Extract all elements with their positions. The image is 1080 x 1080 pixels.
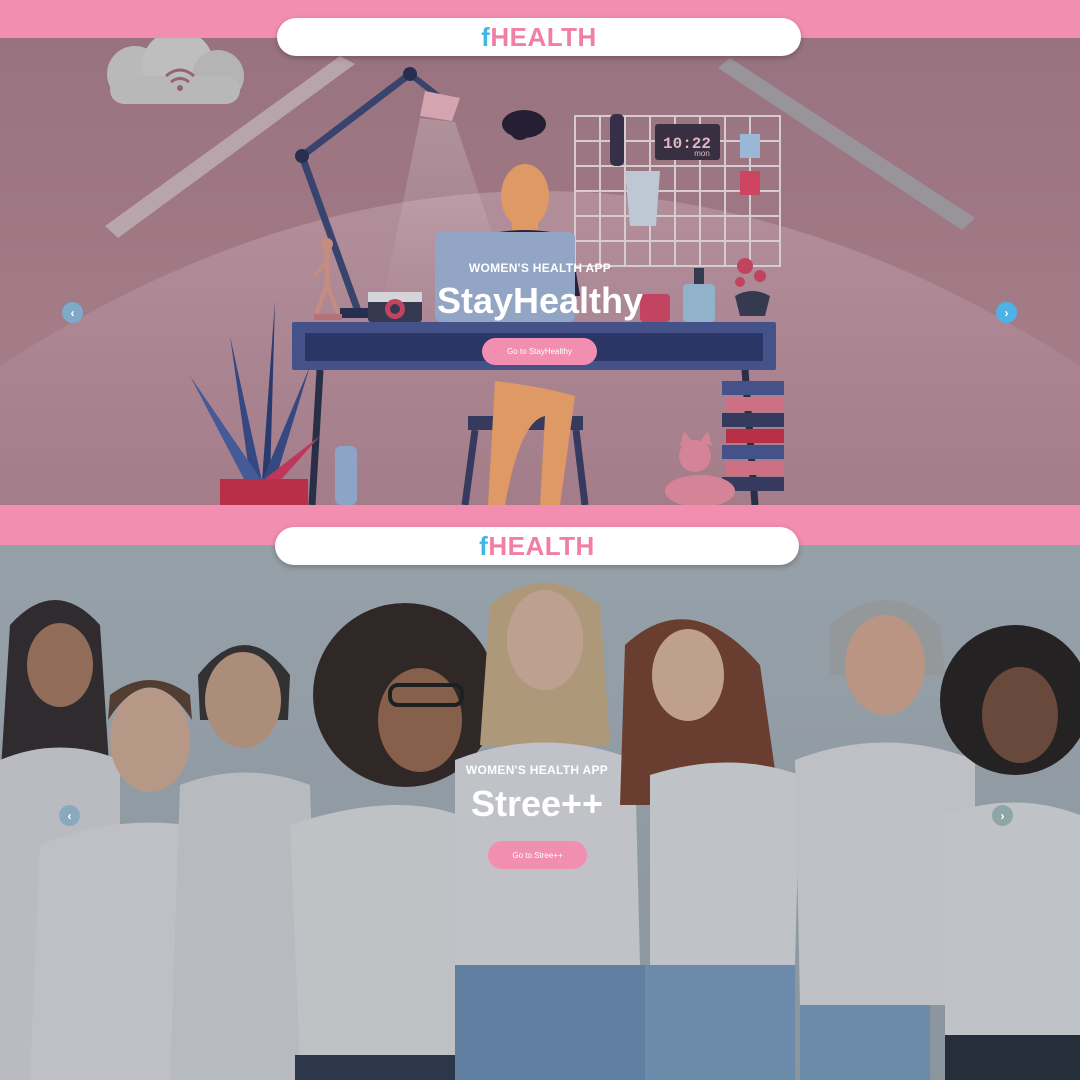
brand-name: HEALTH (490, 21, 597, 52)
slide-stayhealthy: 10:22 mon f HEALTH WOMEN'S HEALTH APP St… (0, 0, 1080, 505)
brand-prefix: f (479, 530, 489, 561)
carousel-next-button[interactable]: › (992, 805, 1013, 826)
go-to-stayhealthy-button[interactable]: Go to StayHealthy (482, 338, 597, 365)
hero-title: StayHealthy (436, 280, 644, 321)
slide-stree: f HEALTH WOMEN'S HEALTH APP Stree++ Go to… (0, 505, 1080, 1080)
chevron-right-icon: › (1004, 305, 1009, 320)
brand-name: HEALTH (488, 530, 595, 561)
carousel-next-button[interactable]: › (996, 302, 1017, 323)
go-to-stree-button[interactable]: Go to Stree++ (488, 841, 587, 869)
chevron-right-icon: › (1000, 808, 1005, 823)
brand-prefix: f (481, 21, 491, 52)
hero-kicker: WOMEN'S HEALTH APP (468, 261, 612, 275)
hero-kicker: WOMEN'S HEALTH APP (465, 763, 609, 777)
brand-pill[interactable]: f HEALTH (275, 527, 799, 565)
chevron-left-icon: ‹ (70, 305, 75, 320)
carousel-prev-button[interactable]: ‹ (59, 805, 80, 826)
carousel-prev-button[interactable]: ‹ (62, 302, 83, 323)
chevron-left-icon: ‹ (67, 808, 72, 823)
hero-title: Stree++ (470, 783, 604, 824)
brand-pill[interactable]: f HEALTH (277, 18, 801, 56)
